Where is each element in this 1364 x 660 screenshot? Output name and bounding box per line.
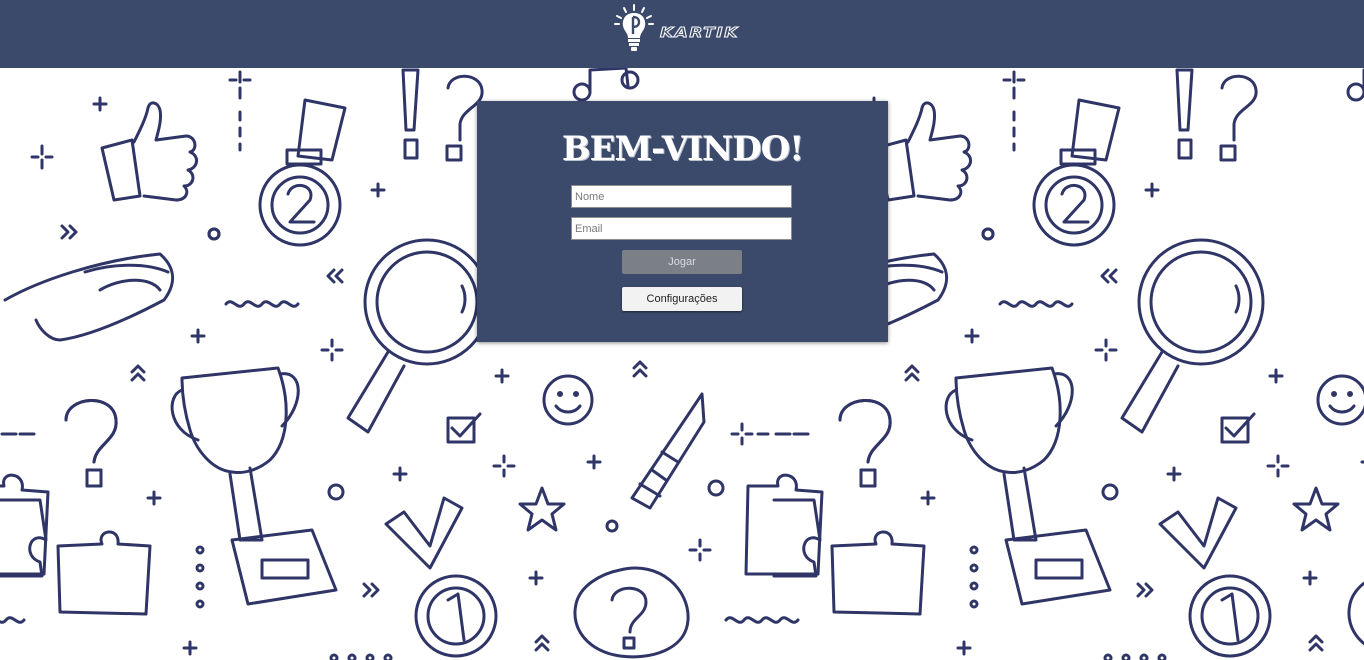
welcome-title: BEM-VINDO! — [561, 129, 804, 169]
settings-button[interactable]: Configurações — [622, 287, 742, 311]
top-bar: KARTIK — [0, 0, 1364, 68]
logo-text: KARTIK — [659, 25, 739, 42]
lightbulb-icon — [614, 4, 654, 51]
name-field[interactable] — [571, 185, 792, 208]
play-button[interactable]: Jogar — [622, 250, 742, 274]
logo[interactable]: KARTIK — [612, 4, 757, 54]
email-field[interactable] — [571, 217, 792, 240]
login-card: BEM-VINDO! Jogar Configurações — [477, 101, 888, 342]
